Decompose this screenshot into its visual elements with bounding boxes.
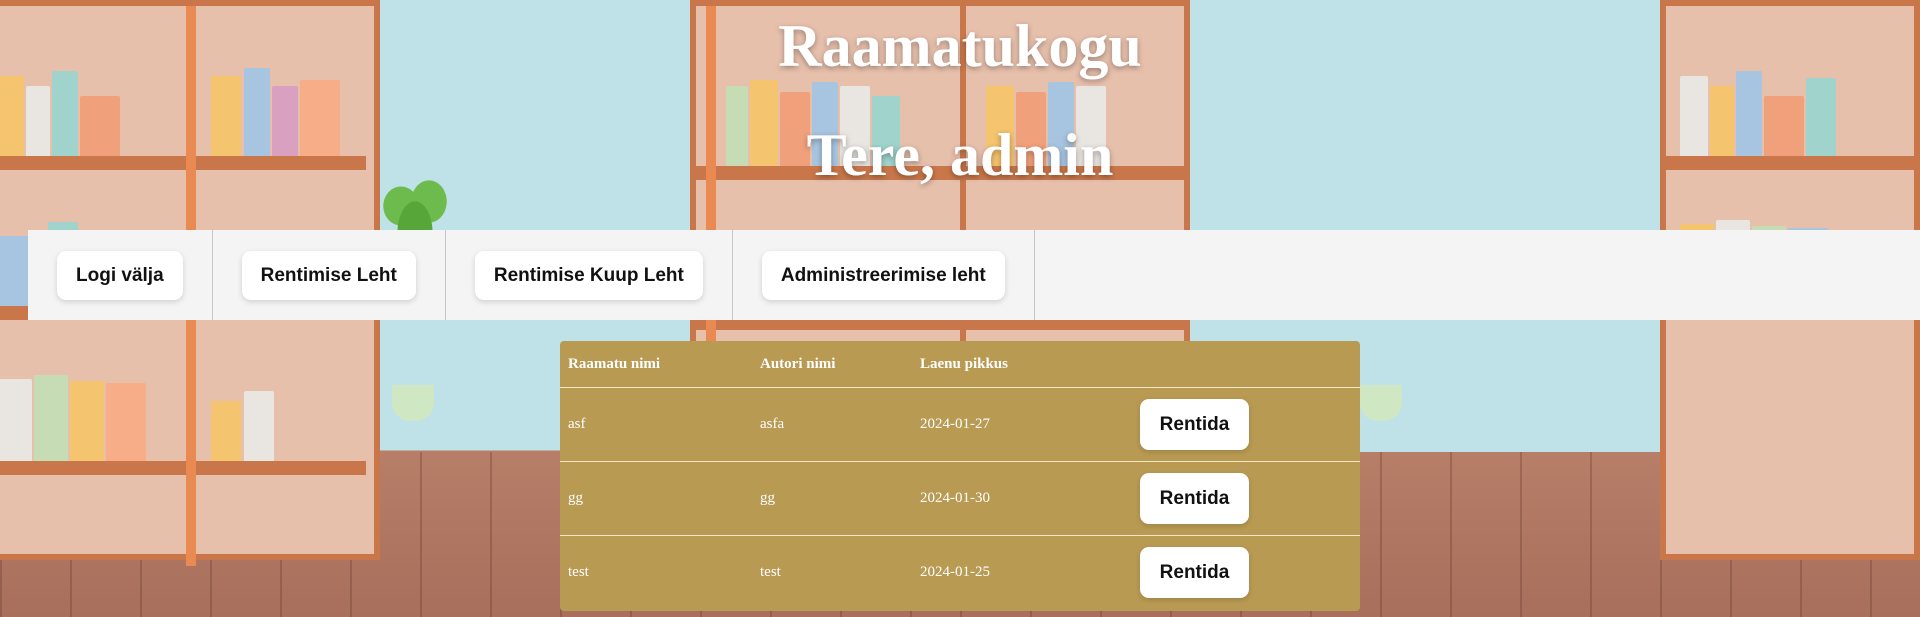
table-row: gg gg 2024-01-30 Rentida (560, 461, 1360, 536)
cell-book-name: test (568, 564, 589, 580)
nav-item-monthly-rental-page: Rentimise Kuup Leht (446, 230, 733, 320)
cell-loan-length: 2024-01-25 (920, 564, 990, 580)
cell-author-name: gg (752, 461, 912, 536)
cell-author-name: asfa (752, 387, 912, 462)
rent-button[interactable]: Rentida (1140, 473, 1249, 524)
column-header-action (1122, 341, 1360, 388)
page-title: Raamatukogu (778, 13, 1142, 79)
column-header-author-name: Autori nimi (752, 341, 912, 388)
cell-book-name: gg (560, 461, 752, 536)
column-header-book-name: Raamatu nimi (560, 341, 752, 388)
nav-item-admin-page: Administreerimise leht (733, 230, 1035, 320)
books-table: Raamatu nimi Autori nimi Laenu pikkus as… (560, 341, 1360, 609)
rent-button[interactable]: Rentida (1140, 547, 1249, 598)
logout-button[interactable]: Logi välja (57, 250, 183, 300)
cell-action: Rentida (1122, 536, 1360, 610)
monthly-rental-page-button[interactable]: Rentimise Kuup Leht (474, 250, 703, 300)
admin-page-button[interactable]: Administreerimise leht (761, 250, 1005, 300)
rent-button[interactable]: Rentida (1140, 399, 1249, 450)
books-table-container: Raamatu nimi Autori nimi Laenu pikkus as… (560, 341, 1360, 611)
column-header-loan-length: Laenu pikkus (912, 341, 1122, 388)
cell-book-name: asf (560, 387, 752, 462)
table-row: asf asfa 2024-01-27 Rentida (560, 387, 1360, 462)
table-row: test test 2024-01-25 Rentida (560, 536, 1360, 610)
nav-item-rental-page: Rentimise Leht (213, 230, 446, 320)
cell-action: Rentida (1122, 387, 1360, 462)
cell-loan-length: 2024-01-30 (912, 461, 1122, 536)
cell-author-name: test (760, 564, 781, 580)
rental-page-button[interactable]: Rentimise Leht (241, 250, 416, 300)
greeting-heading: Tere, admin (806, 122, 1114, 188)
nav-item-logout: Logi välja (28, 230, 213, 320)
cell-action: Rentida (1122, 461, 1360, 536)
nav-bar: Logi välja Rentimise Leht Rentimise Kuup… (28, 230, 1920, 320)
table-header-row: Raamatu nimi Autori nimi Laenu pikkus (560, 341, 1360, 388)
cell-loan-length: 2024-01-27 (912, 387, 1122, 462)
